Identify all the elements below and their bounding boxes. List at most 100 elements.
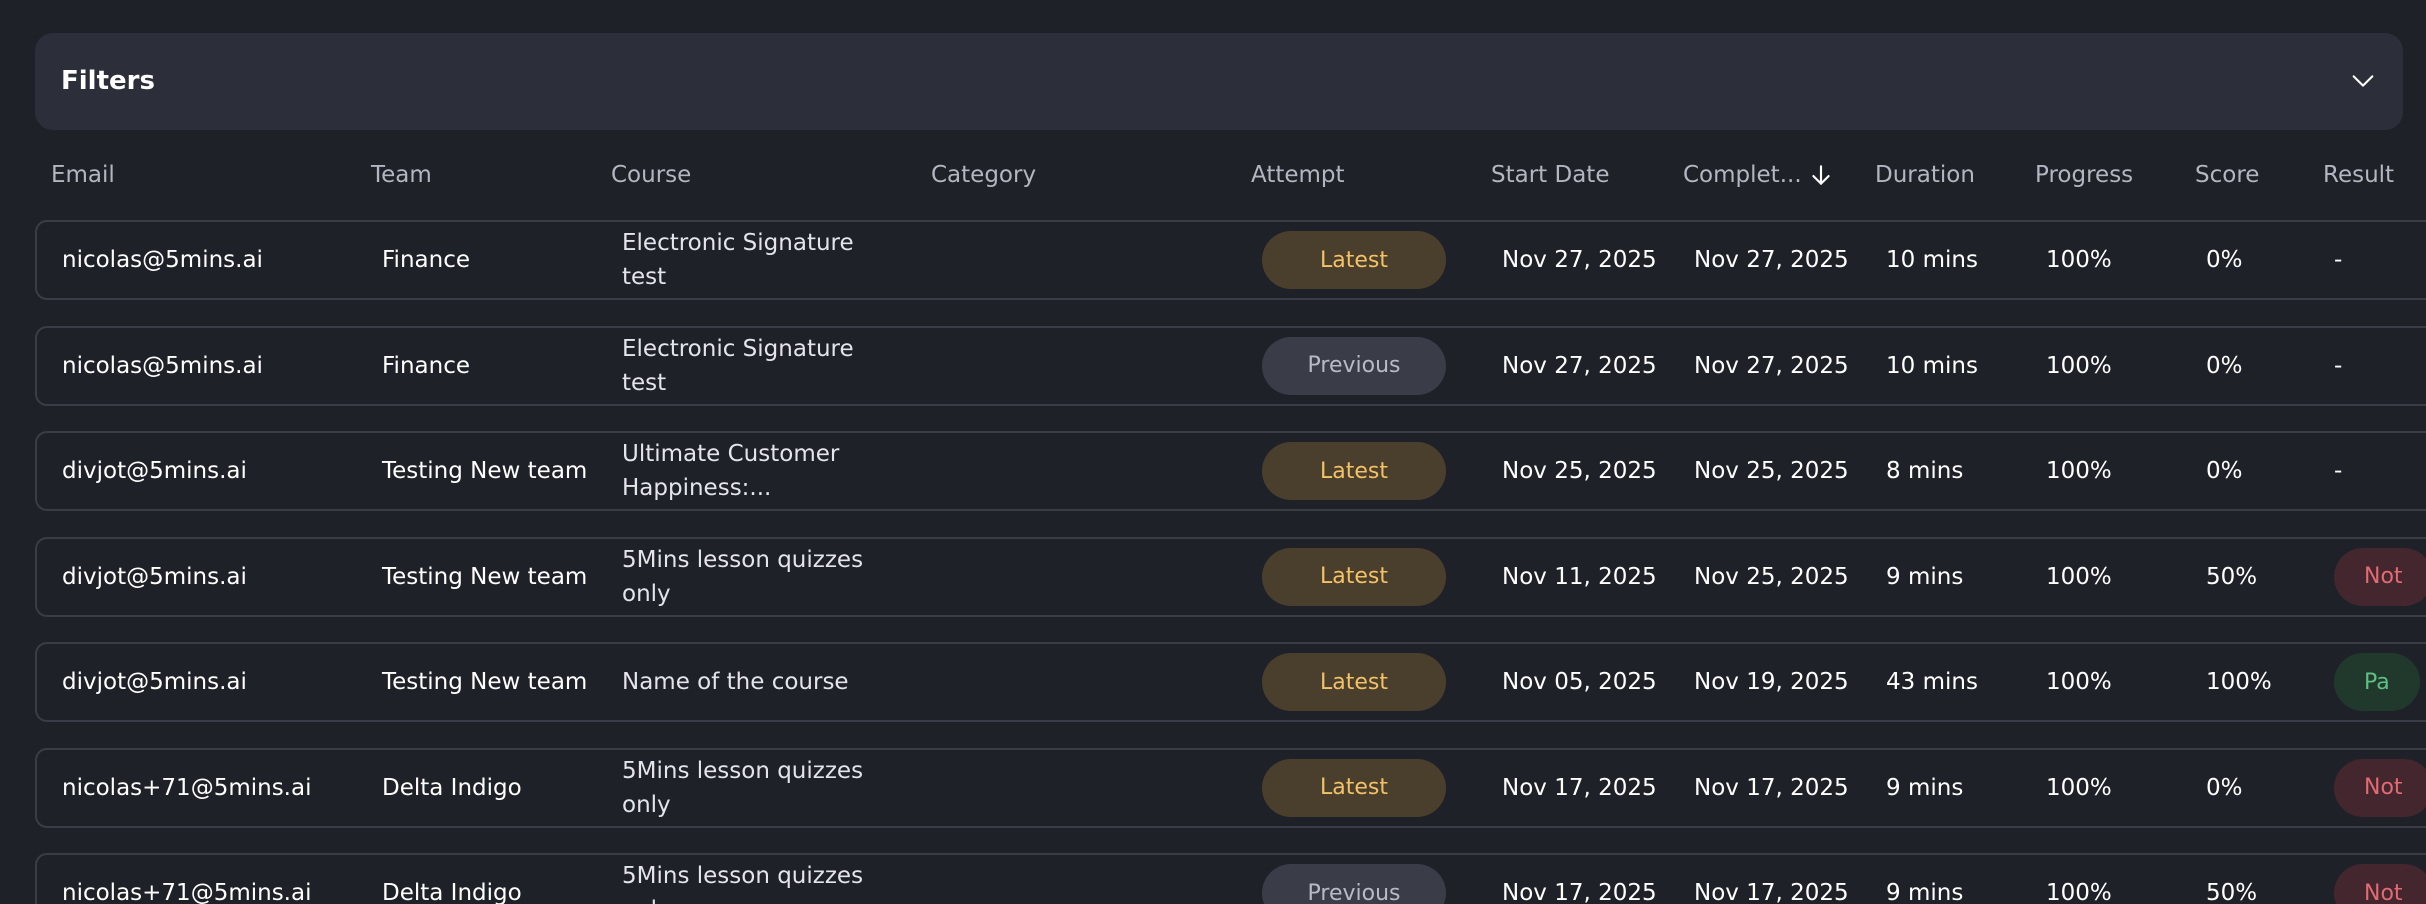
cell-team: Delta Indigo	[382, 774, 522, 801]
cell-result: Pa	[2334, 644, 2420, 720]
cell-attempt: Previous	[1262, 328, 1446, 404]
cell-progress: 100%	[2046, 563, 2112, 590]
result-badge: -	[2334, 352, 2343, 379]
course-name: Name of the course	[622, 669, 849, 695]
cell-progress: 100%	[2046, 880, 2112, 904]
cell-start-date: Nov 25, 2025	[1502, 458, 1657, 484]
arrow-down-icon[interactable]	[1808, 162, 1834, 188]
cell-start-date: Nov 27, 2025	[1502, 352, 1657, 379]
chevron-down-icon[interactable]	[2349, 67, 2377, 95]
cell-course: Name of the course	[622, 644, 872, 720]
cell-course: 5Mins lesson quizzes only	[622, 855, 872, 904]
result-badge: -	[2334, 458, 2343, 484]
cell-progress: 100%	[2046, 247, 2112, 273]
column-header-course[interactable]: Course	[611, 140, 691, 210]
cell-progress: 100%	[2046, 458, 2112, 484]
cell-score: 0%	[2206, 774, 2243, 801]
cell-course: 5Mins lesson quizzes only	[622, 750, 872, 826]
attempt-badge: Latest	[1262, 547, 1446, 606]
cell-progress: 100%	[2046, 774, 2112, 801]
cell-team: Delta Indigo	[382, 880, 522, 904]
cell-score: 50%	[2206, 563, 2258, 590]
table-row[interactable]: nicolas+71@5mins.ai Delta Indigo 5Mins les…	[35, 747, 2426, 828]
attempt-badge: Latest	[1262, 442, 1446, 500]
cell-attempt: Latest	[1262, 644, 1446, 720]
table-header: Email Team Course Category Attempt Start…	[0, 140, 2426, 210]
cell-course: Electronic Signature test	[622, 328, 872, 404]
attempt-badge: Latest	[1262, 758, 1446, 817]
cell-team: Finance	[382, 352, 470, 379]
column-header-email[interactable]: Email	[51, 140, 115, 210]
cell-team: Finance	[382, 247, 470, 273]
cell-score: 50%	[2206, 880, 2258, 904]
cell-completed-date: Nov 27, 2025	[1694, 247, 1849, 273]
cell-result: -	[2334, 433, 2342, 509]
course-name: Ultimate Customer Happiness:...	[622, 441, 840, 501]
result-badge: Not	[2334, 864, 2426, 904]
table-row[interactable]: nicolas+71@5mins.ai Delta Indigo 5Mins les…	[35, 853, 2426, 904]
result-badge: Not	[2334, 547, 2426, 606]
cell-course: Electronic Signature test	[622, 222, 872, 298]
table-row[interactable]: divjot@5mins.ai Testing New team Name of t…	[35, 642, 2426, 722]
column-header-category[interactable]: Category	[931, 140, 1036, 210]
cell-start-date: Nov 17, 2025	[1502, 774, 1657, 801]
attempt-badge: Previous	[1262, 336, 1446, 395]
cell-duration: 43 mins	[1886, 669, 1978, 695]
table-row[interactable]: divjot@5mins.ai Testing New team Ultimate …	[35, 431, 2426, 511]
column-header-progress[interactable]: Progress	[2035, 140, 2133, 210]
cell-email: divjot@5mins.ai	[62, 669, 247, 695]
result-badge: Pa	[2334, 653, 2420, 711]
course-name: 5Mins lesson quizzes only	[622, 757, 864, 818]
course-name: Electronic Signature test	[622, 230, 854, 290]
cell-result: -	[2334, 328, 2342, 404]
cell-email: nicolas@5mins.ai	[62, 352, 263, 379]
column-header-duration[interactable]: Duration	[1875, 140, 1975, 210]
table-row[interactable]: divjot@5mins.ai Testing New team 5Mins les…	[35, 536, 2426, 617]
cell-email: nicolas+71@5mins.ai	[62, 774, 312, 801]
cell-duration: 10 mins	[1886, 247, 1978, 273]
cell-duration: 10 mins	[1886, 352, 1978, 379]
column-header-start-date[interactable]: Start Date	[1491, 140, 1609, 210]
cell-duration: 9 mins	[1886, 880, 1964, 904]
cell-team: Testing New team	[382, 563, 588, 590]
table-row[interactable]: nicolas@5mins.ai Finance Electronic Signat…	[35, 325, 2426, 406]
cell-email: nicolas@5mins.ai	[62, 247, 263, 273]
page: Filters Email Team Course Category Attem…	[0, 0, 2426, 904]
cell-team: Testing New team	[382, 458, 588, 484]
result-badge: Not	[2334, 758, 2426, 817]
cell-completed-date: Nov 25, 2025	[1694, 458, 1849, 484]
attempt-badge: Previous	[1262, 864, 1446, 904]
cell-duration: 8 mins	[1886, 458, 1964, 484]
column-header-result[interactable]: Result	[2323, 140, 2394, 210]
cell-team: Testing New team	[382, 669, 588, 695]
cell-course: Ultimate Customer Happiness:...	[622, 433, 872, 509]
cell-course: 5Mins lesson quizzes only	[622, 539, 872, 615]
filters-title: Filters	[61, 66, 155, 96]
column-header-score[interactable]: Score	[2195, 140, 2259, 210]
course-name: 5Mins lesson quizzes only	[622, 863, 864, 904]
filters-panel[interactable]: Filters	[35, 33, 2403, 130]
cell-completed-date: Nov 27, 2025	[1694, 352, 1849, 379]
cell-start-date: Nov 11, 2025	[1502, 563, 1657, 590]
cell-email: divjot@5mins.ai	[62, 458, 247, 484]
column-header-attempt[interactable]: Attempt	[1251, 140, 1345, 210]
attempt-badge: Latest	[1262, 653, 1446, 711]
table-row[interactable]: nicolas@5mins.ai Finance Electronic Signat…	[35, 220, 2426, 300]
cell-attempt: Latest	[1262, 539, 1446, 615]
cell-result: Not	[2334, 855, 2426, 904]
cell-score: 0%	[2206, 458, 2243, 484]
cell-result: Not	[2334, 750, 2426, 826]
cell-start-date: Nov 17, 2025	[1502, 880, 1657, 904]
column-header-completed[interactable]: Complet...	[1683, 140, 1802, 210]
column-header-team[interactable]: Team	[371, 140, 432, 210]
cell-attempt: Previous	[1262, 855, 1446, 904]
cell-completed-date: Nov 19, 2025	[1694, 669, 1849, 695]
cell-attempt: Latest	[1262, 750, 1446, 826]
cell-result: Not	[2334, 539, 2426, 615]
cell-completed-date: Nov 25, 2025	[1694, 563, 1849, 590]
cell-attempt: Latest	[1262, 222, 1446, 298]
cell-start-date: Nov 27, 2025	[1502, 247, 1657, 273]
cell-duration: 9 mins	[1886, 563, 1964, 590]
cell-start-date: Nov 05, 2025	[1502, 669, 1657, 695]
cell-completed-date: Nov 17, 2025	[1694, 774, 1849, 801]
